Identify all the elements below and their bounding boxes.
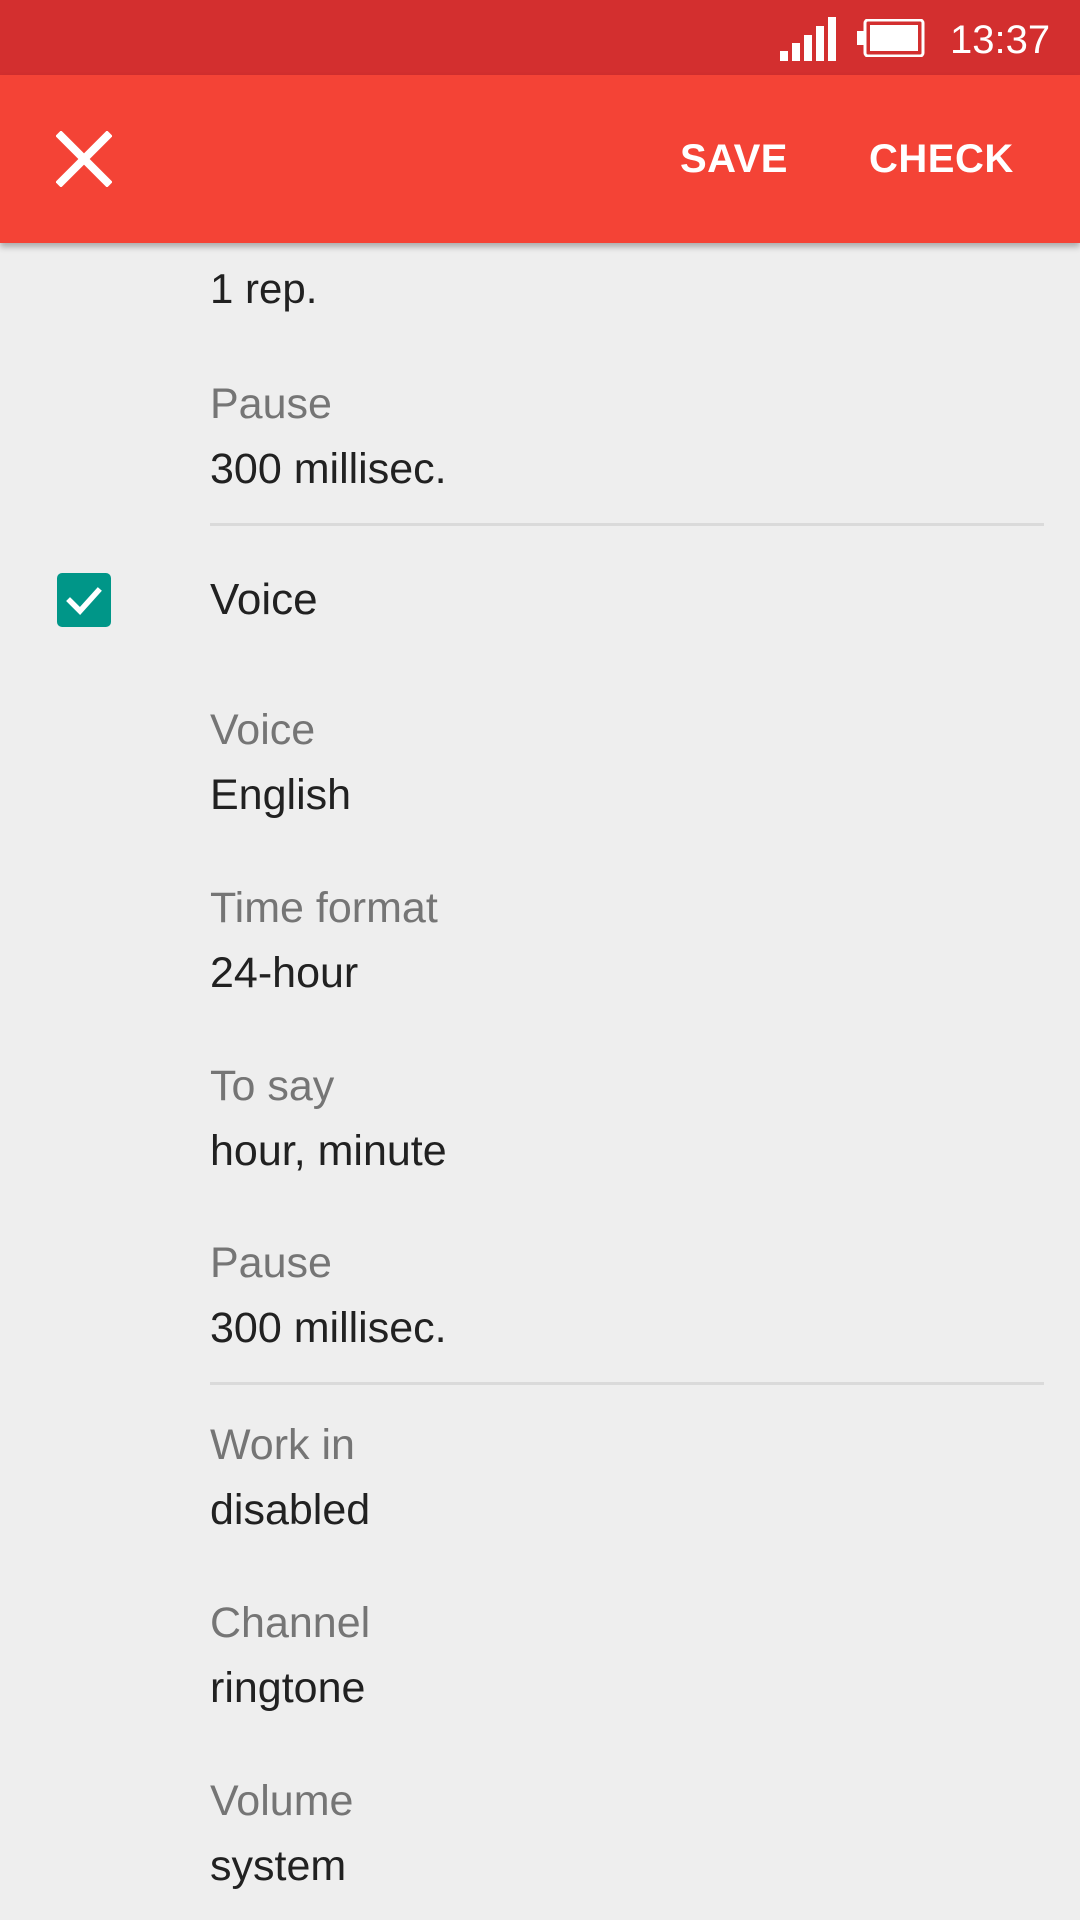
- setting-volume[interactable]: Volume system: [210, 1774, 1040, 1893]
- app-bar: SAVE CHECK: [0, 75, 1080, 243]
- setting-title: Voice: [210, 706, 316, 754]
- status-bar: 13:37: [0, 0, 1080, 75]
- cell-signal-icon: [780, 17, 836, 61]
- setting-value: ringtone: [210, 1664, 366, 1712]
- setting-value: 300 millisec.: [210, 1304, 447, 1352]
- save-button[interactable]: SAVE: [680, 119, 788, 199]
- setting-title: Channel: [210, 1599, 371, 1647]
- setting-title: Pause: [210, 380, 332, 428]
- setting-title: To say: [210, 1062, 335, 1110]
- setting-title: Time format: [210, 884, 438, 932]
- close-icon: [56, 131, 112, 187]
- setting-value: 24-hour: [210, 949, 359, 997]
- setting-value: hour, minute: [210, 1127, 447, 1175]
- voice-toggle-label[interactable]: Voice: [210, 573, 318, 627]
- status-time: 13:37: [950, 18, 1051, 62]
- setting-value: 300 millisec.: [210, 445, 447, 493]
- setting-voice[interactable]: Voice English: [210, 703, 1040, 822]
- setting-title: Volume: [210, 1777, 354, 1825]
- divider: [210, 523, 1044, 526]
- setting-channel[interactable]: Channel ringtone: [210, 1596, 1040, 1715]
- setting-value: English: [210, 771, 352, 819]
- check-button[interactable]: CHECK: [869, 119, 1014, 199]
- setting-value: disabled: [210, 1486, 371, 1534]
- settings-list: 1 rep. Pause 300 millisec. Voice Voice E…: [0, 243, 1080, 1920]
- setting-voice-pause[interactable]: Pause 300 millisec.: [210, 1236, 1040, 1355]
- setting-value: system: [210, 1842, 347, 1890]
- setting-beep-pause[interactable]: Pause 300 millisec.: [210, 377, 1040, 496]
- setting-work-in[interactable]: Work in disabled: [210, 1418, 1040, 1537]
- setting-title: Work in: [210, 1421, 355, 1469]
- setting-time-format[interactable]: Time format 24-hour: [210, 881, 1040, 1000]
- setting-to-say[interactable]: To say hour, minute: [210, 1059, 1040, 1178]
- setting-title: Pause: [210, 1239, 332, 1287]
- repeat-value[interactable]: 1 rep.: [210, 263, 317, 315]
- close-button[interactable]: [40, 115, 128, 203]
- checkmark-icon: [66, 587, 102, 615]
- divider: [210, 1382, 1044, 1385]
- battery-icon: [857, 19, 925, 57]
- voice-checkbox[interactable]: [57, 573, 111, 627]
